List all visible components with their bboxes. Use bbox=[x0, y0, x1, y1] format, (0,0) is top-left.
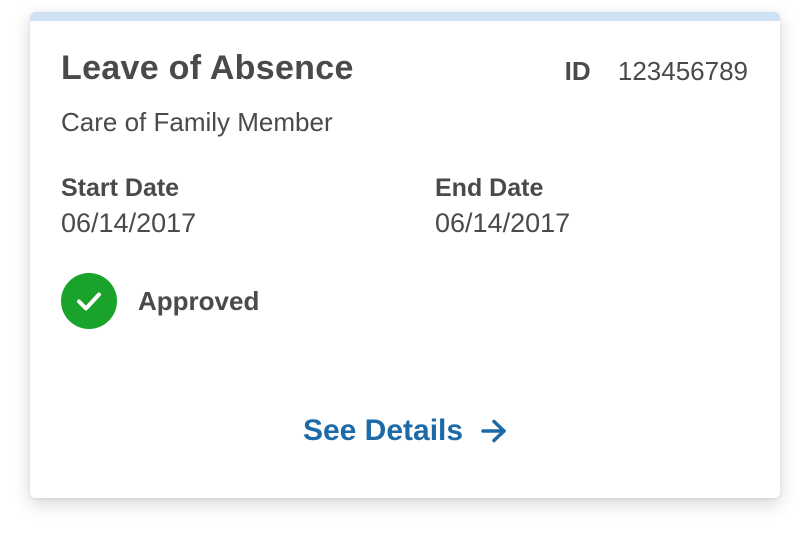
id-label: ID bbox=[564, 56, 591, 86]
start-date-value: 06/14/2017 bbox=[61, 208, 197, 238]
end-date-label: End Date bbox=[435, 174, 544, 202]
leave-reason: Care of Family Member bbox=[61, 107, 333, 137]
see-details-link[interactable]: See Details bbox=[30, 414, 780, 448]
id-value: 123456789 bbox=[617, 56, 748, 86]
arrow-right-icon bbox=[481, 419, 507, 443]
end-date-block: End Date 06/14/2017 bbox=[435, 172, 570, 240]
see-details-label: See Details bbox=[302, 414, 464, 447]
status-label: Approved bbox=[138, 285, 260, 316]
check-circle-icon bbox=[61, 273, 117, 329]
id-block: ID 123456789 bbox=[565, 55, 748, 87]
start-date-block: Start Date 06/14/2017 bbox=[61, 172, 196, 240]
card-title: Leave of Absence bbox=[61, 49, 354, 87]
leave-card: Leave of Absence ID 123456789 Care of Fa… bbox=[30, 12, 780, 498]
start-date-label: Start Date bbox=[61, 174, 180, 202]
status-badge: Approved bbox=[61, 273, 259, 329]
card-accent-bar bbox=[30, 12, 780, 21]
end-date-value: 06/14/2017 bbox=[435, 208, 571, 238]
